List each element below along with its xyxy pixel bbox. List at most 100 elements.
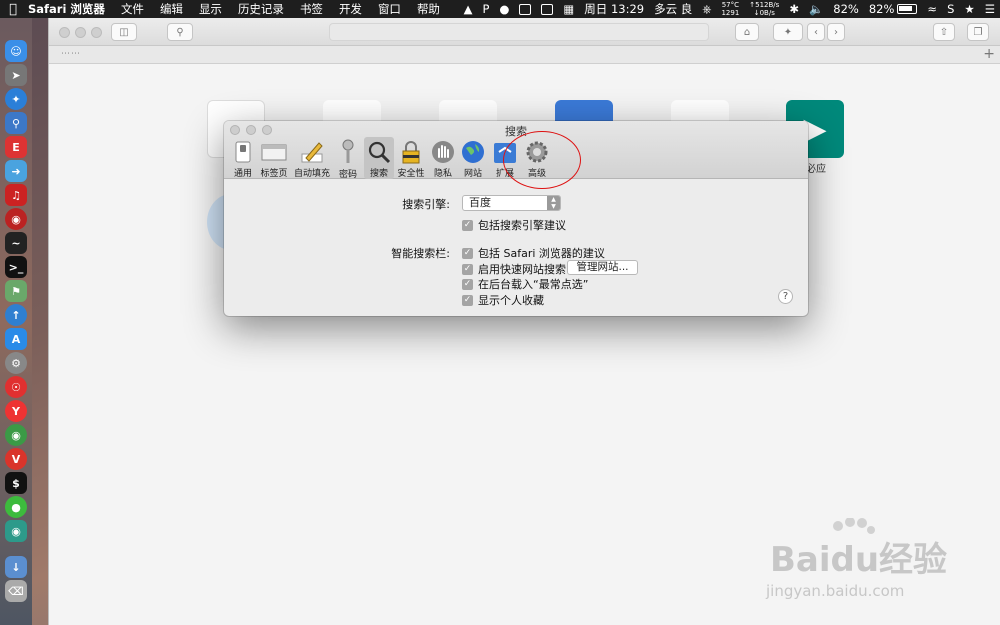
yandex-icon[interactable]: Y: [5, 400, 27, 422]
trash-icon[interactable]: ⌫: [5, 580, 27, 602]
back-icon[interactable]: ‹: [807, 23, 825, 41]
tab-search[interactable]: 搜索: [364, 137, 394, 179]
tab-general[interactable]: 通用: [228, 137, 258, 179]
preview-icon[interactable]: ⚲: [5, 112, 27, 134]
grid-status-icon[interactable]: ▦: [558, 2, 579, 16]
tab-privacy-label: 隐私: [433, 169, 452, 179]
net-up-value: ↑512B/s: [749, 1, 780, 9]
netease-icon[interactable]: E: [5, 136, 27, 158]
tab-tabs[interactable]: 标签页: [258, 137, 290, 179]
menu-file[interactable]: 文件: [113, 1, 152, 17]
search-engine-select[interactable]: 百度 ▲ ▼: [462, 195, 561, 211]
menu-history[interactable]: 历史记录: [230, 1, 292, 17]
tabs-overview-icon[interactable]: ❐: [967, 23, 989, 41]
tab-passwords-label: 密码: [338, 170, 357, 180]
extension-toolbar-icon[interactable]: ⚲: [167, 23, 193, 41]
menu-develop[interactable]: 开发: [331, 1, 370, 17]
app-store-icon[interactable]: A: [5, 328, 27, 350]
tab-privacy[interactable]: 隐私: [430, 137, 456, 179]
network-readout[interactable]: ↑512B/s ↓0B/s: [744, 1, 784, 17]
tab-security[interactable]: 安全性: [396, 137, 426, 179]
forward-icon[interactable]: ›: [827, 23, 845, 41]
weather[interactable]: 多云 良: [649, 1, 697, 17]
red-app-icon[interactable]: ◉: [5, 208, 27, 230]
menu-help[interactable]: 帮助: [409, 1, 448, 17]
close-window-button[interactable]: [59, 27, 70, 38]
new-tab-plus-icon[interactable]: +: [983, 46, 995, 62]
terminal-icon[interactable]: >_: [5, 256, 27, 278]
minimize-window-button[interactable]: [75, 27, 86, 38]
menu-edit[interactable]: 编辑: [152, 1, 191, 17]
downloads-folder-icon[interactable]: ↓: [5, 556, 27, 578]
address-bar[interactable]: [329, 23, 709, 41]
tab-autofill-label: 自动填充: [293, 169, 330, 179]
vivaldi-icon[interactable]: V: [5, 448, 27, 470]
highlight-circle: [503, 131, 581, 189]
include-suggestions-checkbox[interactable]: ✓ 包括搜索引擎建议: [462, 217, 566, 233]
wifi-icon[interactable]: ≈: [922, 2, 942, 16]
power-status-icon[interactable]: ⎈: [697, 2, 716, 17]
maps-icon[interactable]: ⚑: [5, 280, 27, 302]
tab-security-label: 安全性: [397, 169, 425, 179]
help-button[interactable]: ?: [778, 289, 793, 304]
list-icon[interactable]: ☰: [980, 2, 1000, 16]
safari-suggestions-checkbox[interactable]: ✓ 包括 Safari 浏览器的建议: [462, 245, 605, 261]
display-status-icon[interactable]: [536, 3, 558, 15]
shield-status-icon[interactable]: ▲: [459, 2, 478, 16]
include-suggestions-label: 包括搜索引擎建议: [478, 219, 566, 232]
launchpad-icon[interactable]: ➤: [5, 64, 27, 86]
home-icon[interactable]: ⌂: [735, 23, 759, 41]
bing-favorite-label: 必应: [806, 164, 826, 175]
finder-icon[interactable]: ☺: [5, 40, 27, 62]
s-app-icon[interactable]: S: [942, 2, 959, 16]
chrome-icon[interactable]: ◉: [5, 424, 27, 446]
dock: ☺ ➤ ✦ ⚲ E ➜ ♫ ◉ ~ >_ ⚑ ↑ A ⚙ ☉ Y ◉ V $ ●…: [0, 18, 32, 625]
magnifier-icon: [366, 139, 392, 164]
migration-icon[interactable]: ➜: [5, 160, 27, 182]
safari-icon[interactable]: ✦: [5, 88, 27, 110]
battery-widget[interactable]: 82%: [864, 2, 923, 16]
zoom-window-button[interactable]: [91, 27, 102, 38]
battery-percent-1[interactable]: 82%: [828, 2, 864, 16]
bluetooth-icon[interactable]: ✱: [784, 2, 804, 16]
tab-websites[interactable]: 网站: [460, 137, 486, 179]
menu-view[interactable]: 显示: [191, 1, 230, 17]
notes-status-icon[interactable]: [514, 3, 536, 15]
wechat-icon[interactable]: ●: [5, 496, 27, 518]
activity-monitor-icon[interactable]: ~: [5, 232, 27, 254]
show-favorites-checkbox[interactable]: ✓ 显示个人收藏: [462, 292, 544, 308]
music-icon[interactable]: ♫: [5, 184, 27, 206]
quick-website-search-checkbox[interactable]: ✓ 启用快速网站搜索: [462, 261, 566, 277]
battery-percent-2: 82%: [868, 2, 895, 16]
system-prefs-icon[interactable]: ⚙: [5, 352, 27, 374]
wechat-status-icon[interactable]: ●: [494, 2, 514, 16]
netease-music-icon[interactable]: ☉: [5, 376, 27, 398]
reader-icon[interactable]: ✦: [773, 23, 803, 41]
globe-icon: [460, 139, 486, 164]
datetime[interactable]: 周日 13:29: [579, 1, 649, 17]
tab-search-label: 搜索: [369, 169, 388, 179]
menu-app-name[interactable]: Safari 浏览器: [26, 1, 113, 17]
volume-icon[interactable]: 🔈: [804, 2, 828, 16]
console-icon[interactable]: $: [5, 472, 27, 494]
quick-website-search-label: 启用快速网站搜索: [478, 263, 566, 276]
upload-icon[interactable]: ↑: [5, 304, 27, 326]
preload-top-hit-checkbox[interactable]: ✓ 在后台载入“最常点选”: [462, 276, 588, 292]
menu-bar:  Safari 浏览器 文件 编辑 显示 历史记录 书签 开发 窗口 帮助 ▲…: [0, 0, 1000, 18]
watermark-url-text: jingyan.baidu.com: [766, 582, 905, 600]
menu-bookmarks[interactable]: 书签: [292, 1, 331, 17]
apple-menu-icon[interactable]: : [0, 2, 26, 17]
tab-autofill[interactable]: 自动填充: [292, 137, 332, 179]
sidebar-toggle-icon[interactable]: ◫: [111, 23, 137, 41]
temp-readout[interactable]: 57°C 1291: [716, 1, 744, 17]
tab-passwords[interactable]: 密码: [334, 137, 362, 180]
menu-window[interactable]: 窗口: [370, 1, 409, 17]
star-icon[interactable]: ★: [959, 2, 979, 16]
bookmarks-grid-icon[interactable]: ⋯⋯: [61, 49, 81, 59]
app-green-icon[interactable]: ◉: [5, 520, 27, 542]
manage-websites-button[interactable]: 管理网站...: [567, 260, 638, 275]
safari-suggestions-label: 包括 Safari 浏览器的建议: [478, 247, 605, 260]
share-icon[interactable]: ⇧: [933, 23, 955, 41]
p-status-icon[interactable]: P: [477, 2, 494, 16]
browser-toolbar: ◫ ⚲ ⌂ ✦ ‹ › ⇧ ❐: [49, 18, 1000, 46]
